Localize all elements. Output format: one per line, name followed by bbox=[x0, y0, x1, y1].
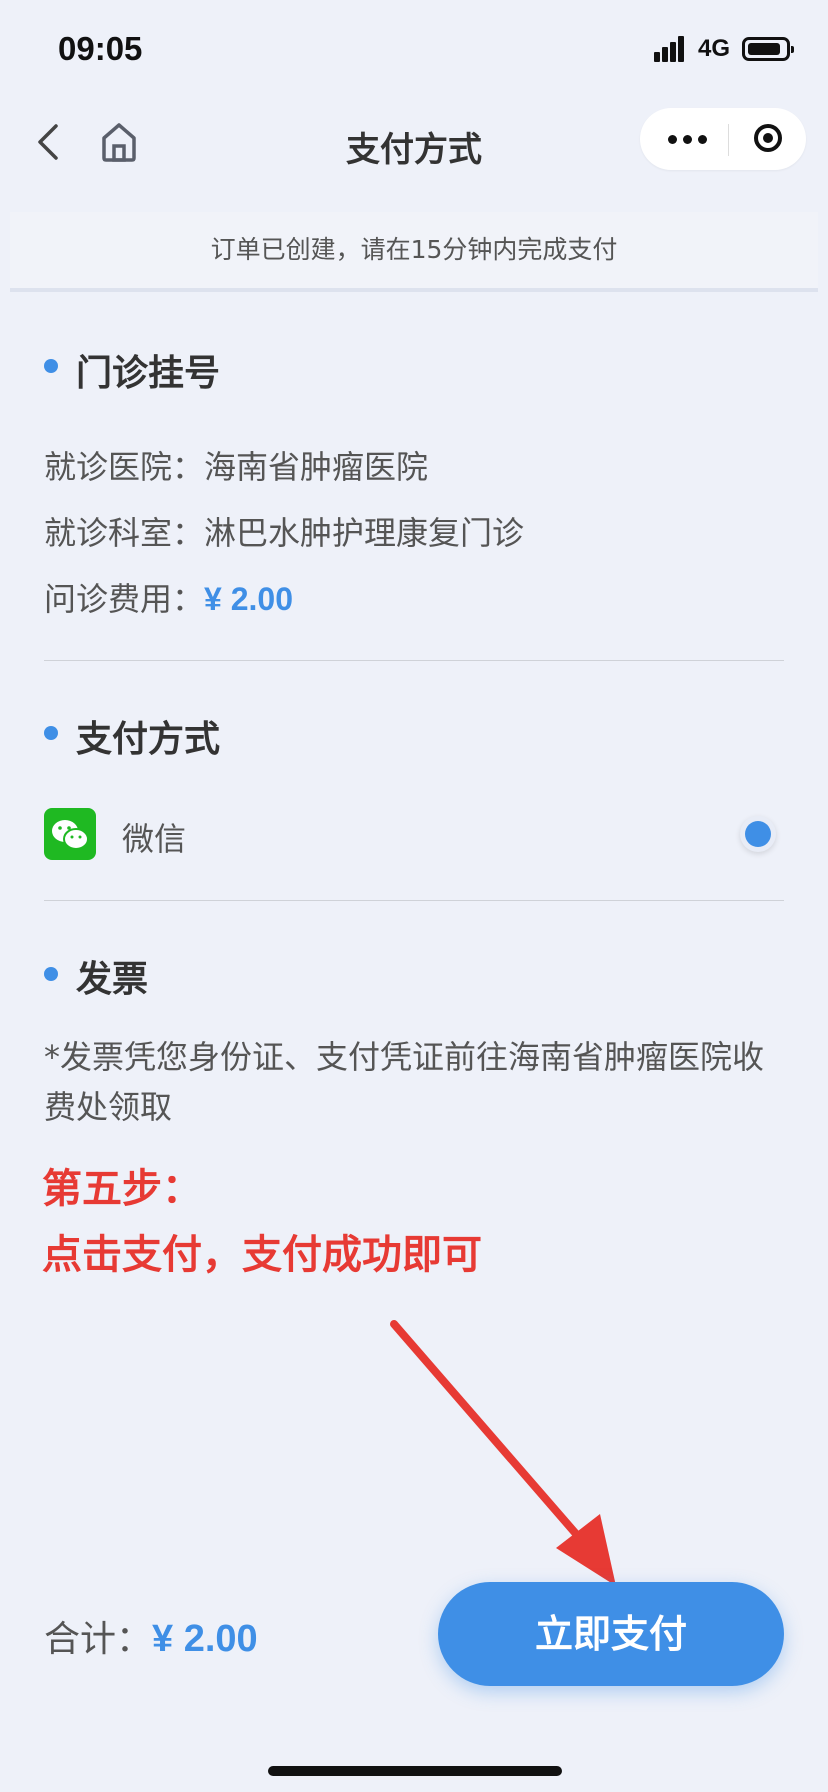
registration-header: 门诊挂号 bbox=[76, 353, 221, 394]
total-label: 合计： bbox=[44, 1619, 153, 1660]
section-bullet bbox=[44, 726, 58, 740]
fee-label: 问诊费用： bbox=[44, 580, 205, 618]
capsule-divider bbox=[728, 124, 729, 156]
total-row: 合计：¥ 2.00 bbox=[44, 1610, 258, 1662]
invoice-description: *发票凭您身份证、支付凭证前往海南省肿瘤医院收费处领取 bbox=[44, 1038, 765, 1126]
capsule-menu bbox=[640, 108, 806, 170]
more-icon[interactable] bbox=[668, 135, 708, 145]
hospital-value: 海南省肿瘤医院 bbox=[204, 448, 429, 486]
fee-row: 问诊费用：¥ 2.00 bbox=[44, 574, 293, 620]
wechat-pay-label[interactable]: 微信 bbox=[122, 814, 186, 860]
status-bar: 09:05 4G bbox=[0, 0, 828, 100]
nav-bar: 支付方式 bbox=[0, 100, 828, 210]
department-value: 淋巴水肿护理康复门诊 bbox=[204, 514, 525, 552]
fee-value: ¥ 2.00 bbox=[204, 581, 293, 617]
payment-header: 支付方式 bbox=[76, 719, 221, 760]
status-time: 09:05 bbox=[58, 30, 143, 67]
divider bbox=[44, 660, 784, 661]
annotation-instruction: 点击支付，支付成功即可 bbox=[42, 1232, 482, 1278]
invoice-header: 发票 bbox=[76, 959, 149, 1000]
department-row: 就诊科室：淋巴水肿护理康复门诊 bbox=[44, 508, 524, 554]
hospital-row: 就诊医院：海南省肿瘤医院 bbox=[44, 442, 428, 488]
order-notice: 订单已创建，请在15分钟内完成支付 bbox=[10, 212, 818, 292]
close-miniprogram-icon[interactable] bbox=[754, 124, 782, 152]
hospital-label: 就诊医院： bbox=[44, 448, 205, 486]
wechat-pay-radio[interactable] bbox=[740, 816, 776, 852]
department-label: 就诊科室： bbox=[44, 514, 205, 552]
home-indicator bbox=[268, 1766, 562, 1776]
signal-icon bbox=[654, 36, 690, 62]
network-type: 4G bbox=[698, 35, 731, 62]
section-bullet bbox=[44, 359, 58, 373]
annotation-step: 第五步： bbox=[42, 1166, 202, 1212]
pay-now-button[interactable]: 立即支付 bbox=[438, 1582, 784, 1686]
section-bullet bbox=[44, 967, 58, 981]
annotation-arrow-icon bbox=[390, 1320, 616, 1586]
battery-icon bbox=[742, 37, 794, 61]
divider bbox=[44, 900, 784, 901]
total-value: ¥ 2.00 bbox=[152, 1618, 258, 1660]
wechat-icon bbox=[44, 808, 96, 860]
